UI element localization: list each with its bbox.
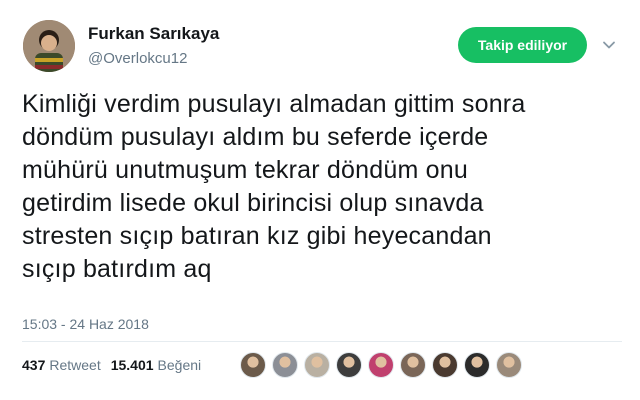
like-count: 15.401 (110, 357, 154, 373)
liker-avatar[interactable] (432, 352, 458, 378)
liker-avatar[interactable] (304, 352, 330, 378)
author-name[interactable]: Furkan Sarıkaya (88, 24, 219, 44)
liker-avatar[interactable] (400, 352, 426, 378)
liker-avatar[interactable] (464, 352, 490, 378)
like-label: Beğeni (157, 357, 202, 373)
liker-avatar[interactable] (336, 352, 362, 378)
like-stat[interactable]: 15.401 Beğeni (111, 357, 201, 373)
tweet-line: stresten sıçıp batıran kız gibi heyecand… (22, 222, 492, 250)
liker-avatar[interactable] (496, 352, 522, 378)
retweet-stat[interactable]: 437 Retweet (22, 357, 101, 373)
retweet-label: Retweet (49, 357, 101, 373)
tweet-timestamp[interactable]: 15:03 - 24 Haz 2018 (22, 316, 149, 332)
avatar-image (23, 20, 75, 72)
author-avatar[interactable] (23, 20, 75, 72)
tweet-line: getirdim lisede okul birincisi olup sına… (22, 189, 484, 217)
liker-avatar[interactable] (272, 352, 298, 378)
following-button[interactable]: Takip ediliyor (458, 27, 587, 63)
divider (22, 341, 622, 342)
tweet-line: döndüm pusulayı aldım bu seferde içerde (22, 123, 489, 151)
liker-avatar[interactable] (240, 352, 266, 378)
liker-avatar[interactable] (368, 352, 394, 378)
chevron-down-icon[interactable] (602, 38, 616, 52)
tweet-line: mühürü unutmuşum tekrar döndüm onu (22, 156, 468, 184)
tweet-stats: 437 Retweet 15.401 Beğeni (22, 357, 211, 373)
author-handle[interactable]: @Overlokcu12 (88, 50, 187, 67)
tweet-line: Kimliği verdim pusulayı almadan gittim s… (22, 90, 526, 118)
likers-avatars (240, 352, 528, 378)
tweet-line: sıçıp batırdım aq (22, 255, 212, 283)
tweet-text: Kimliği verdim pusulayı almadan gittim s… (22, 88, 622, 286)
retweet-count: 437 (22, 357, 46, 373)
